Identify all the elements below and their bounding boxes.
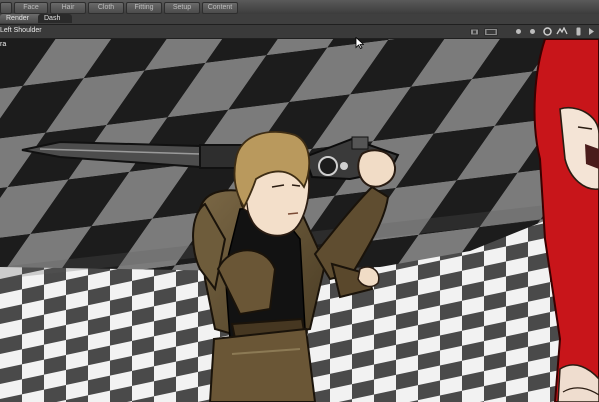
dot-icon-2[interactable] <box>528 27 537 36</box>
dot-icon[interactable] <box>514 27 523 36</box>
mouse-cursor-icon <box>355 37 364 49</box>
circle-icon[interactable] <box>543 27 552 36</box>
tab-render[interactable]: Render <box>0 14 42 23</box>
camera-icon[interactable] <box>470 27 479 36</box>
3d-viewport[interactable]: ra <box>0 39 599 402</box>
scene-render <box>0 39 599 402</box>
selection-label: Left Shoulder <box>0 27 42 34</box>
tab-face[interactable]: Face <box>14 2 48 14</box>
main-tab-bar: Face Hair Cloth Fitting Setup Content <box>0 0 599 15</box>
pose-icon[interactable] <box>556 27 568 36</box>
viewport-header: Left Shoulder <box>0 25 599 39</box>
character-creator-window: Face Hair Cloth Fitting Setup Content Re… <box>0 0 599 402</box>
view-tab-bar: Render Dash <box>0 14 599 25</box>
tab-setup[interactable]: Setup <box>164 2 200 14</box>
tab-leftmost[interactable] <box>0 2 12 14</box>
tab-dash[interactable]: Dash <box>38 14 72 23</box>
viewport-camera-label: ra <box>0 41 7 48</box>
tab-content[interactable]: Content <box>202 2 238 14</box>
wire-icon[interactable] <box>574 27 583 36</box>
more-icon[interactable] <box>587 27 596 36</box>
tab-hair[interactable]: Hair <box>50 2 86 14</box>
tab-cloth[interactable]: Cloth <box>88 2 124 14</box>
frame-icon[interactable] <box>484 27 498 36</box>
tab-fitting[interactable]: Fitting <box>126 2 162 14</box>
